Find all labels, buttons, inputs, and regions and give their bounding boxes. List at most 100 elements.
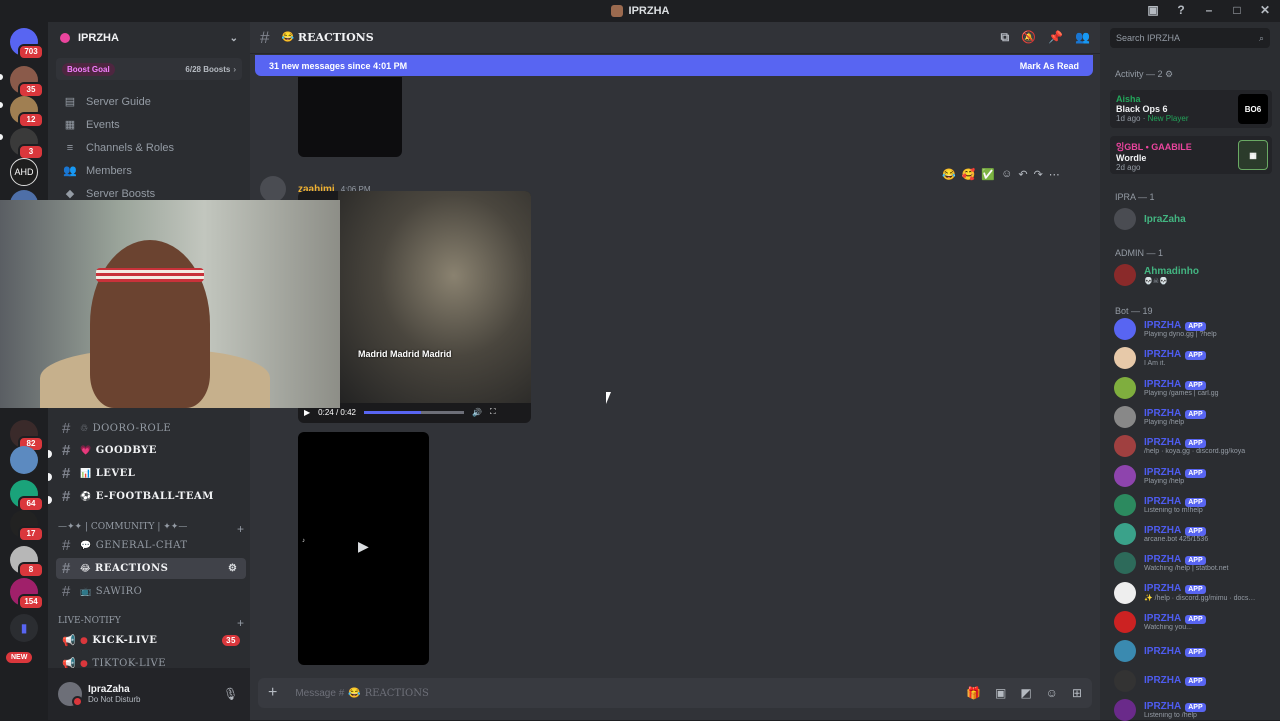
inbox-icon[interactable]: ▣ xyxy=(1146,3,1160,17)
server-button[interactable]: 154 xyxy=(10,578,44,610)
bot-row[interactable]: IPRZHA APP Playing dyno.gg | ?help xyxy=(1114,318,1274,340)
server-header[interactable]: IPRZHA ⌄ xyxy=(48,22,250,54)
bot-row[interactable]: IPRZHA APP ✨ /help · discord.gg/mimu · doc… xyxy=(1114,581,1274,604)
channel-kick-live[interactable]: 📢 ● KICK-LIVE 35 xyxy=(56,630,246,651)
bot-status: Playing dyno.gg | ?help xyxy=(1144,331,1217,338)
server-button[interactable]: 17 xyxy=(10,510,44,542)
new-messages-bar[interactable]: 31 new messages since 4:01 PM Mark As Re… xyxy=(255,55,1093,76)
previous-attachment[interactable] xyxy=(298,77,402,157)
server-name: IPRZHA xyxy=(78,32,119,44)
bot-name: IPRZHA APP xyxy=(1144,613,1274,624)
bell-mute-icon[interactable]: 🔕 xyxy=(1021,30,1036,45)
channel-e-football-team[interactable]: # ⚽ E-FOOTBALL-TEAM xyxy=(56,486,246,507)
reaction-laugh-icon[interactable]: 😂 xyxy=(942,168,956,181)
bot-row[interactable]: IPRZHA APP I Am it. xyxy=(1114,347,1274,370)
add-channel-icon[interactable]: + xyxy=(237,616,244,630)
member-row[interactable]: IpraZaha xyxy=(1114,208,1274,230)
apps-icon[interactable]: ⊞ xyxy=(1072,686,1082,700)
bot-row[interactable]: IPRZHA APP xyxy=(1114,669,1274,692)
server-button[interactable]: 12 xyxy=(10,96,44,128)
add-reaction-icon[interactable]: ☺ xyxy=(1001,168,1012,180)
activity-card[interactable]: Aisha Black Ops 6 1d ago · New Player BO… xyxy=(1110,90,1272,128)
activity-card[interactable]: 잉GBL • GAABILE Wordle 2d ago ▦ xyxy=(1110,136,1272,174)
server-button[interactable]: 64 xyxy=(10,480,44,512)
direct-messages-button[interactable]: 703 xyxy=(10,28,44,60)
server-button[interactable]: 3 xyxy=(10,128,44,160)
forward-icon[interactable]: ↷ xyxy=(1034,168,1043,181)
composer-placeholder: Message # xyxy=(295,687,345,699)
nav-members[interactable]: 👥 Members xyxy=(48,159,250,182)
hash-icon: # xyxy=(62,537,71,554)
reaction-love-icon[interactable]: 🥰 xyxy=(962,168,976,181)
channel-settings-icon[interactable]: ⚙ xyxy=(228,563,240,574)
hash-icon: # xyxy=(260,27,270,47)
message-composer[interactable]: + Message # 😂 REACTIONS 🎁 ▣ ◩ ☺ ⊞ xyxy=(258,678,1092,708)
bot-row[interactable]: IPRZHA APP Listening to /help xyxy=(1114,698,1274,721)
category-live-notify[interactable]: LIVE-NOTIFY + xyxy=(58,616,244,630)
server-button[interactable] xyxy=(10,446,38,474)
video-time: 0:24 / 0:42 xyxy=(318,407,356,417)
bot-row[interactable]: IPRZHA APP/help · koya.gg · discord.gg/ko… xyxy=(1114,435,1274,458)
nav-events[interactable]: ▦ Events xyxy=(48,113,250,136)
video-progress-bar[interactable] xyxy=(363,410,464,414)
bot-name: IPRZHA APP xyxy=(1144,379,1274,390)
close-button[interactable]: ✕ xyxy=(1258,3,1272,17)
video-attachment[interactable]: ♪ ▶ xyxy=(298,432,429,665)
bot-name: IPRZHA APP xyxy=(1144,554,1274,566)
bot-row[interactable]: IPRZHA APP Watching you... xyxy=(1114,611,1274,633)
gear-icon[interactable]: ⚙ xyxy=(1165,69,1173,79)
folder-icon[interactable]: ▮ xyxy=(10,614,38,642)
fullscreen-icon[interactable]: ⛶ xyxy=(490,407,496,417)
bot-row[interactable]: IPRZHA APP Listening to m!help xyxy=(1114,493,1274,516)
nav-channels-roles[interactable]: ≡ Channels & Roles xyxy=(48,136,250,159)
channel-reactions[interactable]: # 😂 REACTIONS ⚙ xyxy=(56,558,246,579)
nav-server-guide[interactable]: ▤ Server Guide xyxy=(48,90,250,113)
bot-row[interactable]: IPRZHA APP arcane.bot 425/1536 xyxy=(1114,523,1274,546)
member-row[interactable]: Ahmadinho 💀☠💀 xyxy=(1114,264,1274,286)
bot-row[interactable]: IPRZHA APP Playing /help xyxy=(1114,464,1274,487)
pin-icon[interactable]: 📌 xyxy=(1048,30,1063,45)
channel-general-chat[interactable]: # 💬 GENERAL-CHAT xyxy=(56,535,246,556)
boost-goal-bar[interactable]: Boost Goal 6/28 Boosts › xyxy=(56,58,242,80)
channel-sawiro[interactable]: # 📺 SAWIRO xyxy=(56,581,246,602)
bot-row[interactable]: IPRZHA APP xyxy=(1114,640,1274,663)
play-icon[interactable]: ▶ xyxy=(358,538,369,555)
channel-goodbye[interactable]: # 💗 GOODBYE xyxy=(56,440,246,461)
play-icon[interactable]: ▶ xyxy=(304,408,310,417)
threads-icon[interactable]: ⧉ xyxy=(1001,30,1010,45)
add-channel-icon[interactable]: + xyxy=(237,522,244,536)
maximize-button[interactable]: □ xyxy=(1230,3,1244,17)
channel-title: REACTIONS xyxy=(297,31,374,44)
avatar xyxy=(1114,552,1136,575)
channel-level[interactable]: # 📊 LEVEL xyxy=(56,463,246,484)
volume-icon[interactable]: 🔊 xyxy=(472,408,482,417)
webcam-face xyxy=(90,240,210,408)
app-badge: APP xyxy=(1185,351,1206,361)
category-community[interactable]: —✦✦ | COMMUNITY | ✦✦— + xyxy=(58,522,244,536)
reply-icon[interactable]: ↶ xyxy=(1018,168,1027,181)
bot-name: IPRZHA APP xyxy=(1144,437,1274,449)
channel-dooro-role[interactable]: # ♲ DOORO-ROLE xyxy=(56,418,246,439)
server-button-ahd[interactable]: AHD xyxy=(10,158,38,186)
gift-icon[interactable]: 🎁 xyxy=(966,686,981,700)
server-button[interactable]: 35 xyxy=(10,66,44,98)
emoji-icon[interactable]: ☺ xyxy=(1046,686,1058,700)
bot-row[interactable]: IPRZHA APP Playing /games | carl.gg xyxy=(1114,376,1274,399)
bot-row[interactable]: IPRZHA APP Playing /help xyxy=(1114,405,1274,428)
bot-row[interactable]: IPRZHA APP Watching /help | statbot.net xyxy=(1114,552,1274,575)
server-button[interactable]: 82 xyxy=(10,420,44,452)
reaction-check-icon[interactable]: ✅ xyxy=(981,168,995,181)
member-list-icon[interactable]: 👥 xyxy=(1075,30,1090,45)
microphone-icon[interactable]: 🎙 xyxy=(223,687,238,701)
search-input[interactable]: Search IPRZHA ⌕ xyxy=(1110,28,1270,48)
help-icon[interactable]: ? xyxy=(1174,3,1188,17)
add-attachment-icon[interactable]: + xyxy=(268,684,277,702)
sticker-icon[interactable]: ◩ xyxy=(1020,686,1031,700)
mark-as-read-button[interactable]: Mark As Read xyxy=(1020,61,1079,71)
server-button[interactable]: 8 xyxy=(10,546,44,578)
minimize-button[interactable]: – xyxy=(1202,3,1216,17)
more-icon[interactable]: ⋯ xyxy=(1049,168,1060,181)
avatar[interactable] xyxy=(58,682,83,707)
gif-icon[interactable]: ▣ xyxy=(995,686,1006,700)
avatar[interactable] xyxy=(260,176,286,202)
